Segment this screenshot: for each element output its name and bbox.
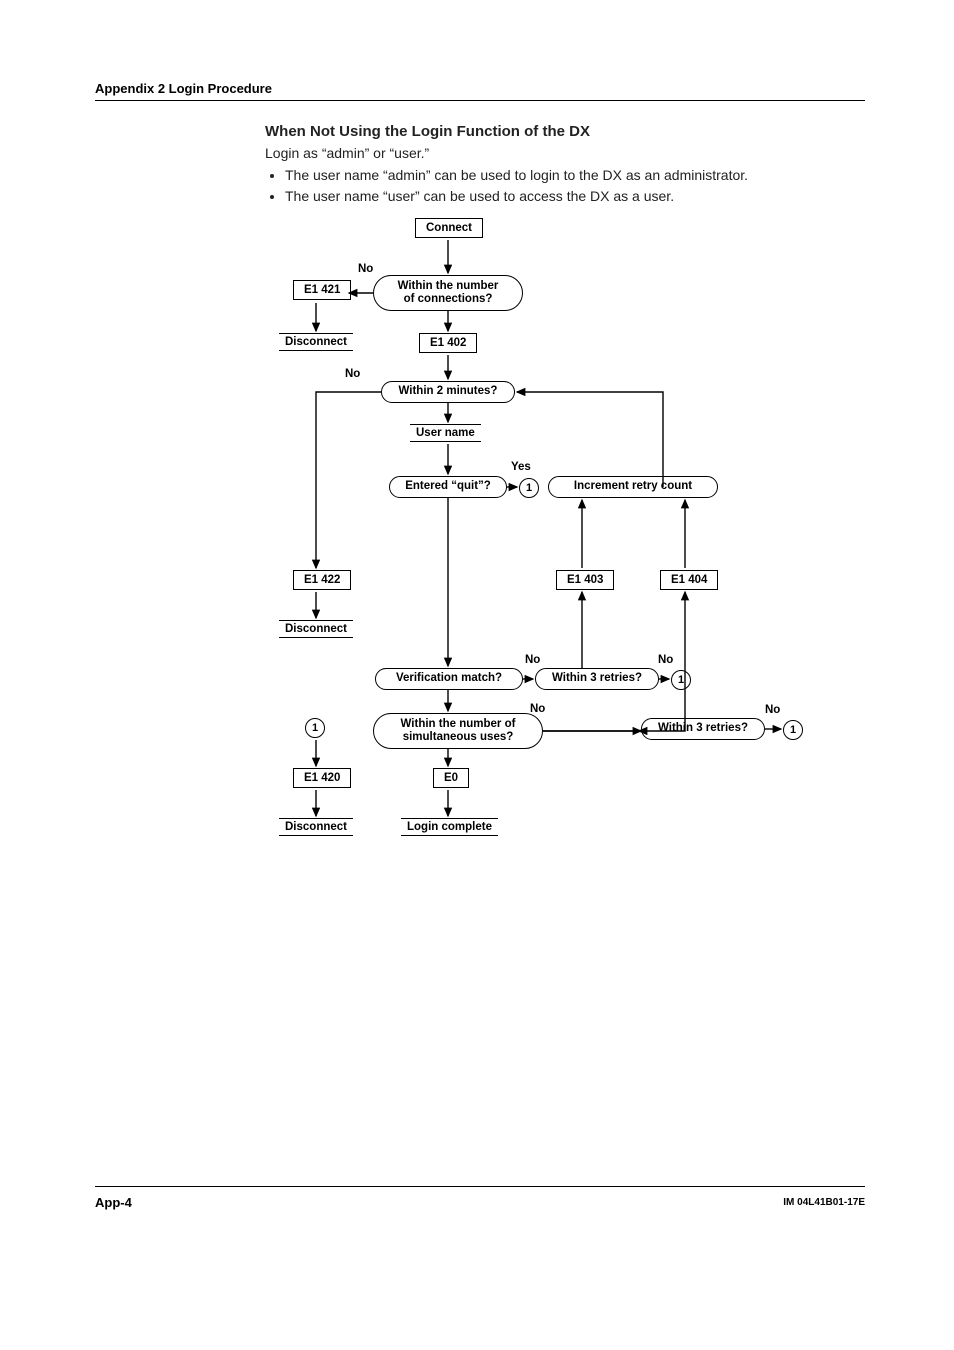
node-retry-1: Within 3 retries? [535,668,659,690]
section-header: Appendix 2 Login Procedure [95,81,272,96]
lbl-no-5: No [530,703,545,715]
node-disconnect-3: Disconnect [279,818,353,836]
lbl-no-3: No [525,654,540,666]
node-login-complete: Login complete [401,818,498,836]
node-disconnect-2: Disconnect [279,620,353,638]
connector-retry2-no: 1 [783,720,803,740]
node-connect: Connect [415,218,483,238]
node-quit: Entered “quit”? [389,476,507,498]
header-rule [95,100,865,101]
node-e0: E0 [433,768,469,788]
doc-id: IM 04L41B01-17E [783,1197,865,1208]
lbl-no-1: No [358,263,373,275]
node-simul: Within the number of simultaneous uses? [373,713,543,749]
footer-rule [95,1186,865,1187]
bullet-1: The user name “admin” can be used to log… [285,166,865,185]
bullet-2: The user name “user” can be used to acce… [285,187,865,206]
node-e1-422: E1 422 [293,570,351,590]
node-username: User name [410,424,481,442]
lbl-no-2: No [345,368,360,380]
connector-retry1-no: 1 [671,670,691,690]
lbl-yes-1: Yes [511,461,531,473]
node-e1-420: E1 420 [293,768,351,788]
body-text: When Not Using the Login Function of the… [265,122,865,208]
node-e1-421: E1 421 [293,280,351,300]
node-e1-402: E1 402 [419,333,477,353]
node-retry-2: Within 3 retries? [641,718,765,740]
node-2min: Within 2 minutes? [381,381,515,403]
intro-line: Login as “admin” or “user.” [265,144,865,163]
connector-quit-yes: 1 [519,478,539,498]
node-incr: Increment retry count [548,476,718,498]
connector-src: 1 [305,718,325,738]
flowchart-arrows [265,218,825,858]
lbl-no-6: No [765,704,780,716]
lbl-no-4: No [658,654,673,666]
node-numconn: Within the number of connections? [373,275,523,311]
node-e1-404: E1 404 [660,570,718,590]
flowchart: Connect Within the number of connections… [265,218,825,858]
node-e1-403: E1 403 [556,570,614,590]
subsection-title: When Not Using the Login Function of the… [265,122,865,142]
node-verify: Verification match? [375,668,523,690]
page-number: App-4 [95,1195,132,1210]
node-disconnect-1: Disconnect [279,333,353,351]
